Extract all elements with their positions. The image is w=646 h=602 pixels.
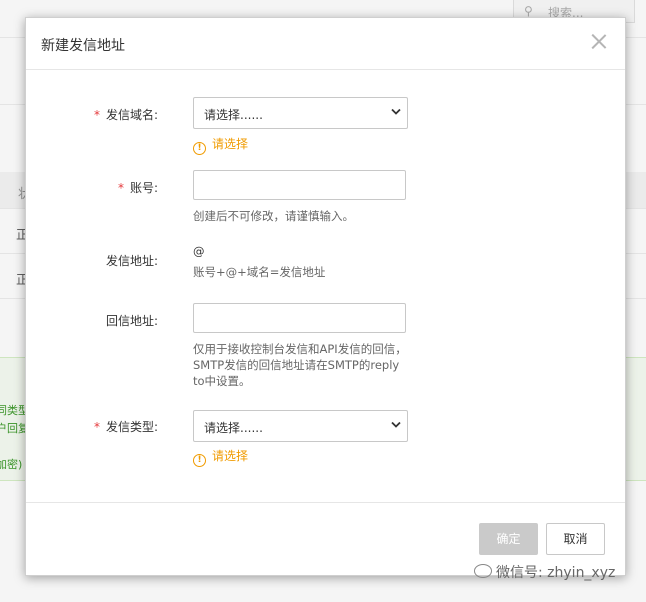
type-label-text: 发信类型: bbox=[105, 420, 158, 434]
address-value: @ bbox=[193, 244, 205, 258]
reply-label-text: 回信地址: bbox=[105, 314, 158, 328]
required-mark: * bbox=[93, 420, 100, 434]
account-input[interactable] bbox=[193, 170, 406, 200]
dialog-footer-divider bbox=[26, 502, 625, 503]
address-hint: 账号+@+域名=发信地址 bbox=[193, 265, 326, 279]
type-warning: ! 请选择 bbox=[193, 447, 248, 467]
required-mark: * bbox=[117, 181, 124, 195]
type-warning-text: 请选择 bbox=[212, 449, 249, 463]
domain-label: * 发信域名: bbox=[26, 106, 158, 123]
domain-select[interactable]: 请选择...... bbox=[193, 97, 408, 129]
domain-select-value: 请选择...... bbox=[204, 108, 263, 122]
chevron-down-icon bbox=[391, 108, 401, 115]
dialog-title: 新建发信地址 bbox=[41, 38, 125, 54]
type-select-value: 请选择...... bbox=[204, 421, 263, 435]
warning-icon: ! bbox=[193, 142, 206, 155]
account-label-text: 账号: bbox=[129, 181, 158, 195]
type-select[interactable]: 请选择...... bbox=[193, 410, 408, 442]
address-label-text: 发信地址: bbox=[105, 254, 158, 268]
reply-address-input[interactable] bbox=[193, 303, 406, 333]
account-hint: 创建后不可修改，请谨慎输入。 bbox=[193, 209, 354, 223]
wechat-icon bbox=[474, 564, 492, 578]
domain-label-text: 发信域名: bbox=[105, 108, 158, 122]
watermark-text: 微信号: zhyin_xyz bbox=[496, 565, 616, 581]
reply-label: 回信地址: bbox=[26, 312, 158, 329]
chevron-down-icon bbox=[391, 421, 401, 428]
warning-icon: ! bbox=[193, 454, 206, 467]
domain-warning-text: 请选择 bbox=[212, 137, 249, 151]
watermark: 微信号: zhyin_xyz bbox=[474, 562, 615, 582]
account-label: * 账号: bbox=[26, 179, 158, 196]
address-label: 发信地址: bbox=[26, 252, 158, 269]
type-label: * 发信类型: bbox=[26, 418, 158, 435]
dialog-header: 新建发信地址 bbox=[26, 18, 625, 70]
close-icon[interactable] bbox=[589, 31, 609, 51]
reply-hint: 仅用于接收控制台发信和API发信的回信，SMTP发信的回信地址请在SMTP的re… bbox=[193, 342, 407, 388]
required-mark: * bbox=[93, 108, 100, 122]
domain-warning: ! 请选择 bbox=[193, 135, 248, 155]
cancel-button[interactable]: 取消 bbox=[546, 523, 605, 555]
new-sender-address-dialog: 新建发信地址 * 发信域名: 请选择...... ! 请选择 * 账号: 创建后不可修… bbox=[25, 17, 626, 576]
confirm-button[interactable]: 确定 bbox=[479, 523, 538, 555]
